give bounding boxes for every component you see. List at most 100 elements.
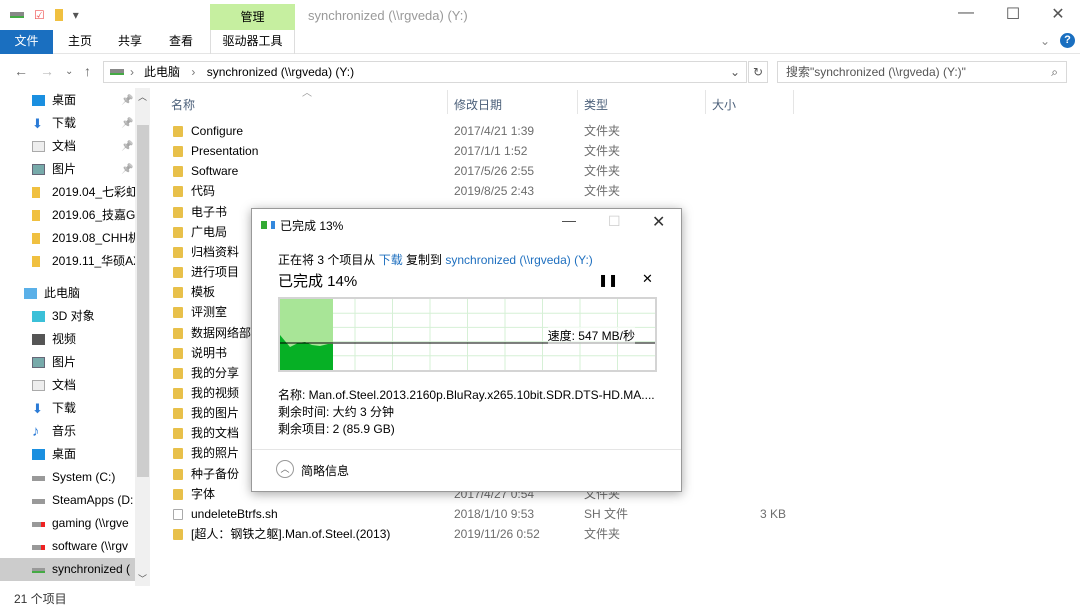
file-type: 文件夹 xyxy=(584,144,621,159)
file-name: 名称: Man.of.Steel.2013.2160p.BluRay.x265.… xyxy=(278,388,655,402)
file-row[interactable]: undeleteBtrfs.sh 2018/1/10 9:53 SH 文件 3 KB xyxy=(160,504,800,524)
new-folder-icon[interactable] xyxy=(54,9,63,21)
dialog-close-button[interactable]: ✕ xyxy=(652,212,665,232)
file-date: 2017/1/1 1:52 xyxy=(454,144,528,159)
sidebar-item[interactable]: 2019.11_华硕AX xyxy=(0,250,135,273)
file-name: 代码 xyxy=(191,184,216,199)
column-size[interactable]: 大小 xyxy=(712,96,736,113)
copy-description: 正在将 3 个项目从 下载 复制到 synchronized (\\rgveda… xyxy=(278,253,593,267)
sidebar-item[interactable]: 桌面 📌 xyxy=(0,89,135,112)
sidebar-item-label: 文档 xyxy=(52,139,77,153)
back-button[interactable]: ← xyxy=(14,63,28,79)
column-date[interactable]: 修改日期 xyxy=(454,96,502,113)
sidebar-item[interactable]: ⬇ 下载 📌 xyxy=(0,112,135,135)
file-name: 评测室 xyxy=(191,305,228,320)
sidebar-item[interactable]: 图片 xyxy=(0,351,135,374)
recent-locations-icon[interactable]: ⌄ xyxy=(65,66,73,77)
sidebar-scrollbar-thumb[interactable] xyxy=(137,125,149,477)
sidebar-item-label: software (\\rgv xyxy=(52,539,129,553)
sidebar-item[interactable]: 视频 xyxy=(0,328,135,351)
maximize-button[interactable]: ☐ xyxy=(993,4,1033,24)
sidebar-item[interactable]: 2019.06_技嘉GT xyxy=(0,204,135,227)
sidebar-item[interactable]: 文档 📌 xyxy=(0,135,135,158)
tab-file[interactable]: 文件 xyxy=(0,30,53,54)
file-row[interactable]: Configure 2017/4/21 1:39 文件夹 xyxy=(160,121,800,141)
document-icon xyxy=(32,380,45,391)
help-icon[interactable]: ? xyxy=(1060,33,1075,48)
sidebar-item-label: 文档 xyxy=(52,378,77,392)
forward-button[interactable]: → xyxy=(40,63,54,79)
title-bar xyxy=(0,0,1080,32)
cancel-copy-button[interactable]: ✕ xyxy=(642,271,653,287)
pause-button[interactable]: ❚❚ xyxy=(598,273,618,287)
customize-dropdown-icon[interactable]: ▾ xyxy=(73,8,79,22)
file-row[interactable]: 代码 2019/8/25 2:43 文件夹 xyxy=(160,181,800,201)
sidebar-item[interactable]: 文档 xyxy=(0,374,135,397)
ribbon-expand-icon[interactable]: ⌄ xyxy=(1040,34,1050,48)
address-bar[interactable]: › 此电脑 › synchronized (\\rgveda) (Y:) ⌄ xyxy=(103,61,747,83)
download-icon: ⬇ xyxy=(32,116,43,131)
sidebar-item[interactable]: 3D 对象 xyxy=(0,305,135,328)
sidebar-item[interactable]: synchronized ( xyxy=(0,558,135,581)
file-name: 我的照片 xyxy=(191,446,240,461)
file-name: 数据网络部 xyxy=(191,325,252,340)
sidebar-item-label: gaming (\\rgve xyxy=(52,516,129,530)
sidebar-item[interactable]: 2019.04_七彩虹 xyxy=(0,181,135,204)
folder-icon xyxy=(32,187,40,198)
chevron-right-icon: › xyxy=(191,65,196,79)
sidebar-item[interactable]: 2019.08_CHH机 xyxy=(0,227,135,250)
file-row[interactable]: [超人：钢铁之躯].Man.of.Steel.(2013) 2019/11/26 … xyxy=(160,524,800,544)
drive-icon xyxy=(10,12,24,18)
refresh-button[interactable]: ↻ xyxy=(748,61,768,83)
minimize-button[interactable]: — xyxy=(946,4,986,22)
file-name: Presentation xyxy=(191,144,259,159)
sidebar-item[interactable]: software (\\rgv xyxy=(0,535,135,558)
tab-view[interactable]: 查看 xyxy=(159,30,203,54)
fewer-details-button[interactable]: 简略信息 xyxy=(301,462,349,479)
tab-share[interactable]: 共享 xyxy=(108,30,152,54)
breadcrumb-this-pc[interactable]: 此电脑 xyxy=(144,65,180,79)
file-type: 文件夹 xyxy=(584,527,621,541)
file-date: 2018/1/10 9:53 xyxy=(454,506,535,521)
tab-drive-tools[interactable]: 驱动器工具 xyxy=(210,30,295,54)
source-link[interactable]: 下载 xyxy=(379,253,403,267)
up-button[interactable]: ↑ xyxy=(84,63,91,79)
breadcrumb-current[interactable]: synchronized (\\rgveda) (Y:) xyxy=(207,65,354,79)
file-row[interactable]: Presentation 2017/1/1 1:52 文件夹 xyxy=(160,141,800,161)
sidebar-item[interactable]: SteamApps (D: xyxy=(0,489,135,512)
properties-icon[interactable]: ☑ xyxy=(34,8,45,22)
column-type[interactable]: 类型 xyxy=(584,96,608,113)
column-name[interactable]: 名称 xyxy=(171,96,195,113)
pin-icon: 📌 xyxy=(121,95,134,106)
destination-link[interactable]: synchronized (\\rgveda) (Y:) xyxy=(445,253,592,267)
file-row[interactable]: Software 2017/5/26 2:55 文件夹 xyxy=(160,161,800,181)
file-name: 种子备份 xyxy=(191,466,240,481)
dialog-minimize-button[interactable]: — xyxy=(562,212,576,228)
copy-progress-dialog: 已完成 13% — ☐ ✕ 正在将 3 个项目从 下载 复制到 synchron… xyxy=(251,208,682,492)
folder-icon xyxy=(173,126,183,137)
3d-icon xyxy=(32,311,45,322)
sidebar-item[interactable]: ⬇ 下载 xyxy=(0,397,135,420)
manage-context-tab[interactable]: 管理 xyxy=(210,4,295,30)
sidebar-item[interactable]: gaming (\\rgve xyxy=(0,512,135,535)
close-button[interactable]: ✕ xyxy=(1038,4,1078,24)
address-dropdown-icon[interactable]: ⌄ xyxy=(730,62,740,82)
sidebar-item[interactable]: 图片 📌 xyxy=(0,158,135,181)
file-name: 我的视频 xyxy=(191,385,240,400)
sidebar-item-label: 3D 对象 xyxy=(52,309,95,323)
collapse-icon[interactable]: ︿ xyxy=(276,460,294,478)
column-divider xyxy=(793,90,794,114)
sidebar-item[interactable]: 此电脑 xyxy=(0,282,135,305)
tab-home[interactable]: 主页 xyxy=(58,30,102,54)
scroll-up-icon[interactable]: ︿ xyxy=(138,90,147,103)
sidebar-item[interactable]: 桌面 xyxy=(0,443,135,466)
folder-icon xyxy=(32,210,40,221)
sidebar-item[interactable]: System (C:) xyxy=(0,466,135,489)
sidebar-item-label: 2019.08_CHH机 xyxy=(52,231,135,245)
scroll-down-icon[interactable]: ﹀ xyxy=(138,572,147,585)
sidebar-item-label: 桌面 xyxy=(52,93,77,107)
folder-icon xyxy=(173,448,183,460)
file-name: Configure xyxy=(191,124,244,138)
sidebar-item[interactable]: ♪ 音乐 xyxy=(0,420,135,443)
search-input[interactable]: 搜索"synchronized (\\rgveda) (Y:)" ⌕ xyxy=(777,61,1067,83)
